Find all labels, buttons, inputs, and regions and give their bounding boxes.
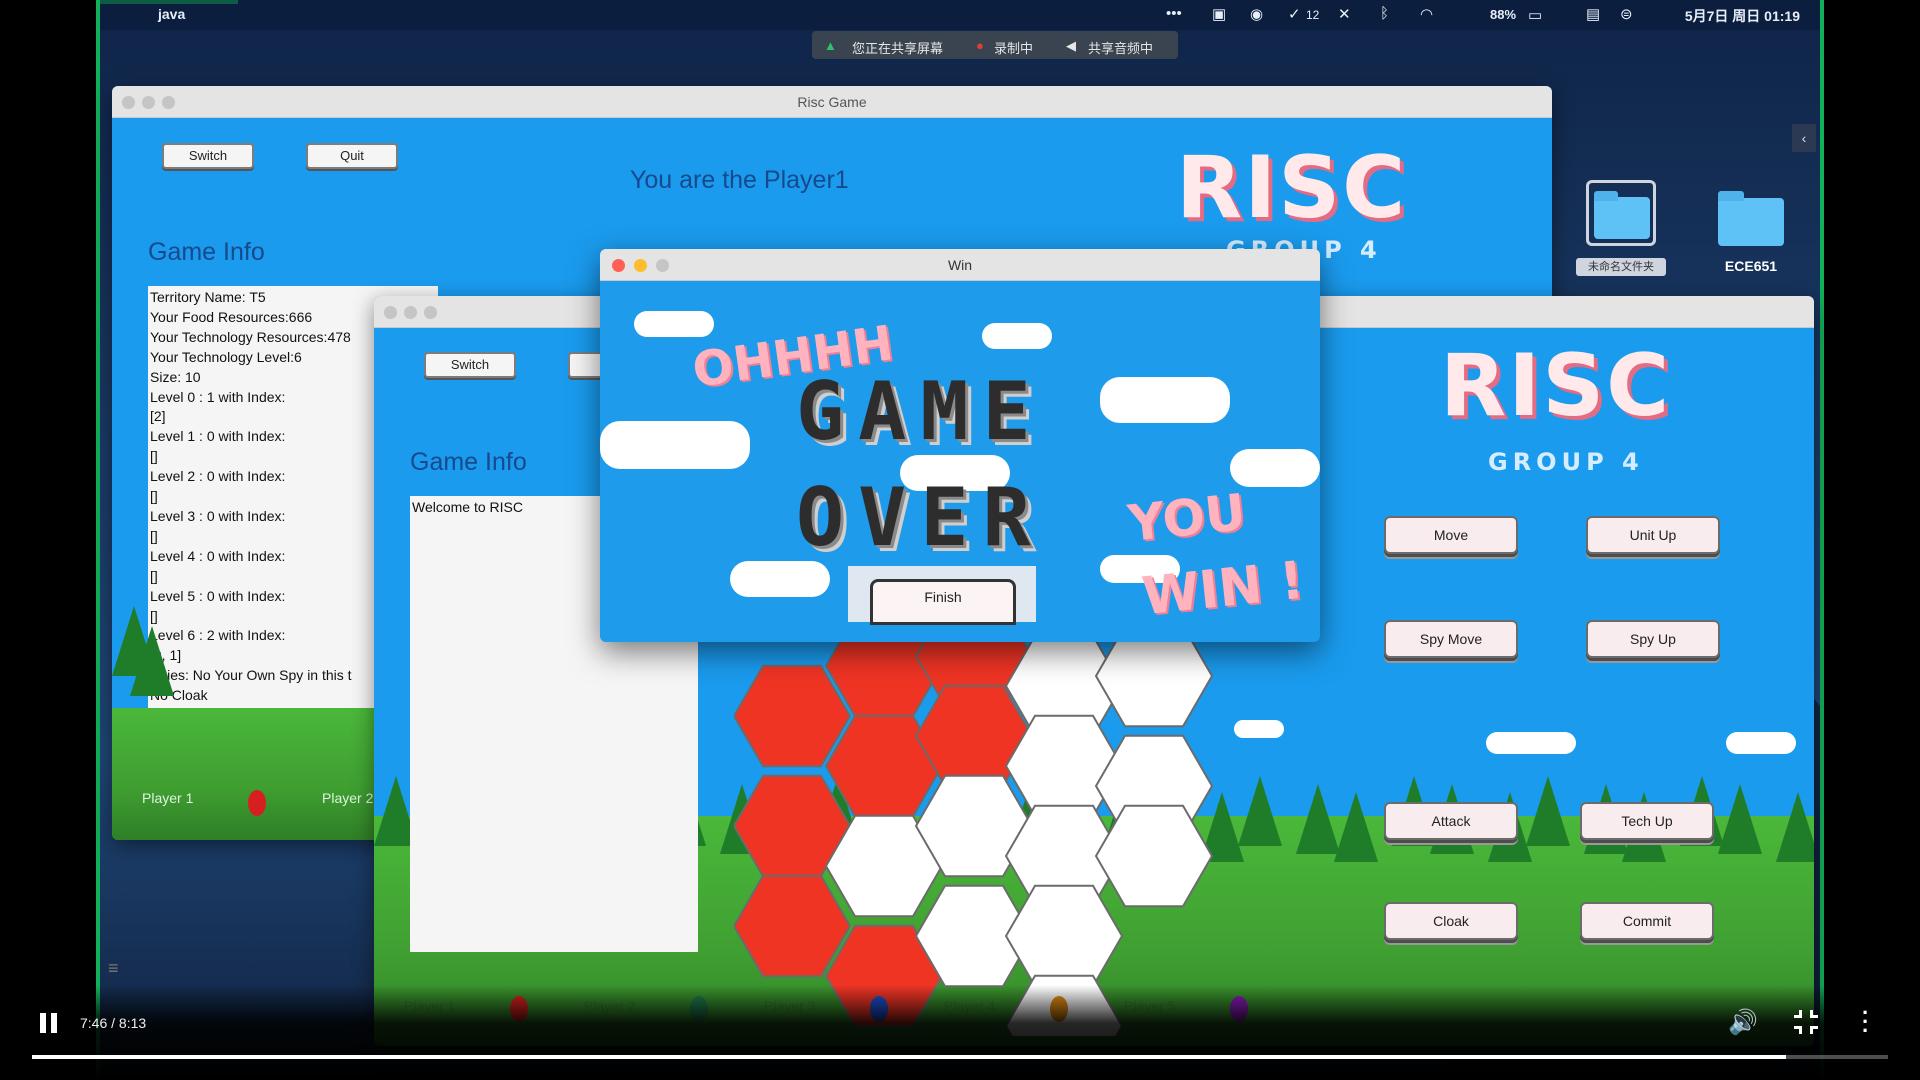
switch-button[interactable]: Switch xyxy=(424,352,516,378)
time-display: 7:46 / 8:13 xyxy=(80,1015,147,1031)
over-text: OVER xyxy=(796,471,1045,564)
territory-hex[interactable] xyxy=(1004,884,1124,988)
speaker-icon: ◀ xyxy=(1066,38,1076,53)
audio-share-label: 共享音频中 xyxy=(1088,41,1154,56)
volume-icon[interactable]: 🔊 xyxy=(1728,1008,1758,1037)
attack-button[interactable]: Attack xyxy=(1384,802,1518,840)
minimize-button[interactable] xyxy=(634,259,647,272)
game-text: GAME xyxy=(796,365,1045,458)
dialog-title: Win xyxy=(947,257,973,273)
tech-up-button[interactable]: Tech Up xyxy=(1580,802,1714,840)
main-window-titlebar[interactable]: Risc Game xyxy=(112,86,1552,118)
tree xyxy=(1526,776,1570,846)
brand-logo: RISC xyxy=(1440,336,1672,436)
folder-label: ECE651 xyxy=(1724,258,1778,274)
mute-icon[interactable]: ✕ xyxy=(1338,5,1351,23)
cloud xyxy=(600,421,750,469)
tree xyxy=(1334,792,1378,862)
record-icon: ● xyxy=(976,38,984,53)
tree xyxy=(1718,784,1762,854)
minimize-button[interactable] xyxy=(404,306,417,319)
quit-button[interactable]: Quit xyxy=(306,143,398,169)
control-center-icon[interactable]: ⊜ xyxy=(1620,5,1633,23)
wifi-icon[interactable]: ◠ xyxy=(1420,5,1433,23)
brand-subtitle: GROUP 4 xyxy=(1488,448,1644,476)
player-label: Player 1 xyxy=(142,790,194,806)
game-info-label: Game Info xyxy=(148,238,265,266)
close-button[interactable] xyxy=(384,306,397,319)
folder-label: 未命名文件夹 xyxy=(1576,258,1666,276)
territory-hex[interactable] xyxy=(734,664,852,768)
progress-fill xyxy=(32,1055,1786,1059)
recording-border xyxy=(96,0,100,1080)
display-icon[interactable]: ▤ xyxy=(1586,5,1600,23)
bluetooth-icon[interactable]: ᛒ xyxy=(1380,5,1389,22)
player-label: Player 2 xyxy=(322,790,374,806)
folder-icon xyxy=(1718,188,1784,246)
exit-fullscreen-icon[interactable] xyxy=(1794,1010,1818,1034)
wechat-icon[interactable]: ✓ xyxy=(1288,5,1301,23)
commit-button[interactable]: Commit xyxy=(1580,902,1714,940)
share-screen-icon: ▲ xyxy=(824,38,837,53)
cloud xyxy=(982,323,1052,349)
game-info-label: Game Info xyxy=(410,448,527,476)
more-options-icon[interactable]: · · · xyxy=(1862,1002,1869,1042)
move-button[interactable]: Move xyxy=(1384,516,1518,554)
cloud xyxy=(634,311,714,337)
app-name[interactable]: java xyxy=(158,6,185,22)
zoom-button[interactable] xyxy=(656,259,669,272)
territory-hex[interactable] xyxy=(1094,804,1214,908)
menubar-clock[interactable]: 5月7日 周日 01:19 xyxy=(1685,6,1800,26)
win-dialog[interactable]: Win OHHHH GAME OVER YOU WIN ! Finish xyxy=(600,249,1320,642)
unit-up-button[interactable]: Unit Up xyxy=(1586,516,1720,554)
desktop-folder[interactable]: 未命名文件夹 xyxy=(1576,170,1666,280)
tree xyxy=(1776,792,1814,862)
battery-percent: 88% xyxy=(1490,7,1517,22)
recording-border xyxy=(1820,0,1824,1080)
progress-bar[interactable] xyxy=(32,1055,1888,1059)
close-button[interactable] xyxy=(122,96,135,109)
video-stage: java ••• ▣ ◉ ✓ 12 ✕ ᛒ ◠ 88% ▭ ▤ ⊜ 5月7日 周… xyxy=(0,0,1920,1080)
spy-move-button[interactable]: Spy Move xyxy=(1384,620,1518,658)
cloud xyxy=(1100,377,1230,423)
pause-icon[interactable] xyxy=(38,1010,60,1036)
sync-icon[interactable]: ◉ xyxy=(1250,5,1263,23)
record-label: 录制中 xyxy=(994,41,1034,56)
share-screen-label: 您正在共享屏幕 xyxy=(852,41,944,56)
cloud xyxy=(1230,449,1320,487)
close-button[interactable] xyxy=(612,259,625,272)
more-icon[interactable]: ••• xyxy=(1166,5,1182,22)
territory-hex[interactable] xyxy=(734,874,852,978)
cloud xyxy=(1486,732,1576,754)
window-title: Risc Game xyxy=(797,94,867,110)
minimize-button[interactable] xyxy=(142,96,155,109)
cloud xyxy=(730,561,830,597)
screen-share-bar[interactable]: ▲ 您正在共享屏幕 ● 录制中 ◀ 共享音频中 xyxy=(812,31,1178,59)
ground-strip xyxy=(112,708,412,840)
cloak-button[interactable]: Cloak xyxy=(1384,902,1518,940)
zoom-button[interactable] xyxy=(162,96,175,109)
video-controls xyxy=(0,985,1920,1080)
finish-button[interactable]: Finish xyxy=(870,579,1016,625)
player-color-dot xyxy=(248,790,266,816)
territory-map[interactable] xyxy=(734,616,1294,1036)
battery-icon[interactable]: ▭ xyxy=(1528,6,1542,24)
cloud xyxy=(1726,732,1796,754)
input-method-icon[interactable]: ▣ xyxy=(1212,5,1226,23)
chapters-icon[interactable]: ≡ xyxy=(108,958,128,980)
spy-up-button[interactable]: Spy Up xyxy=(1586,620,1720,658)
player-heading: You are the Player1 xyxy=(630,166,849,194)
switch-button[interactable]: Switch xyxy=(162,143,254,169)
tree xyxy=(130,626,174,696)
sidebar-collapse-icon[interactable]: ‹ xyxy=(1792,124,1816,152)
brand-logo: RISC xyxy=(1176,138,1408,238)
wechat-badge: 12 xyxy=(1306,8,1320,22)
mac-menubar: java ••• ▣ ◉ ✓ 12 ✕ ᛒ ◠ 88% ▭ ▤ ⊜ 5月7日 周… xyxy=(100,0,1820,30)
desktop-folder[interactable]: ECE651 xyxy=(1706,170,1796,280)
zoom-button[interactable] xyxy=(424,306,437,319)
folder-icon xyxy=(1586,180,1656,246)
you-text: YOU xyxy=(1125,483,1249,553)
win-dialog-titlebar[interactable]: Win xyxy=(600,249,1320,281)
